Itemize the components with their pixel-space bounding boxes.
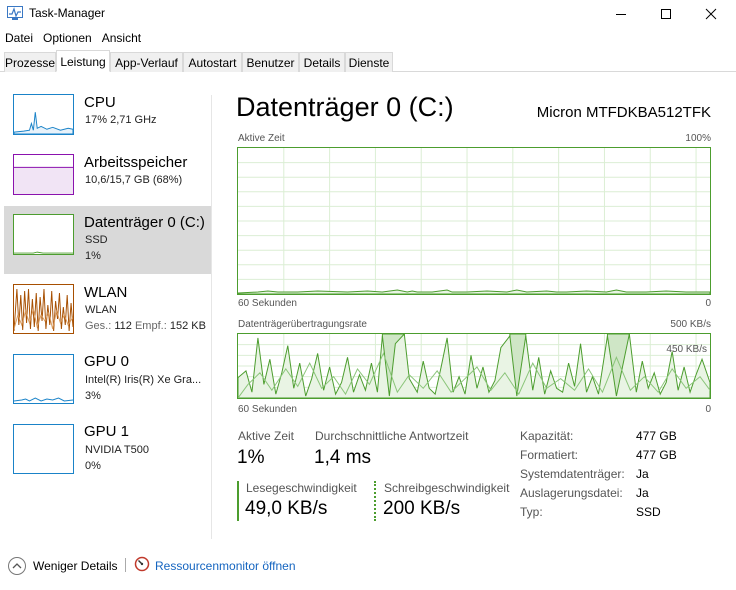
active-time-graph-max: 100% <box>685 133 711 144</box>
page-file-value: Ja <box>636 486 649 500</box>
active-time-value: 1% <box>237 447 265 468</box>
wlan-recv-value: 152 KB <box>169 320 206 332</box>
menu-ansicht[interactable]: Ansicht <box>97 28 146 48</box>
formatted-value: 477 GB <box>636 448 677 462</box>
memory-thumbnail-graph <box>13 154 74 195</box>
write-speed-label: Schreibgeschwindigkeit <box>384 481 510 495</box>
menu-datei[interactable]: Datei <box>0 28 38 48</box>
write-speed-accent <box>374 481 376 521</box>
title-bar[interactable]: Task-Manager <box>0 0 736 28</box>
fewer-details-button[interactable]: Weniger Details <box>33 559 117 573</box>
sidebar-item-gpu-0[interactable]: GPU 0 Intel(R) Iris(R) Xe Gra... 3% <box>4 352 211 410</box>
sidebar-item-detail: WLAN <box>85 304 117 316</box>
minimize-button[interactable] <box>598 0 644 28</box>
transfer-rate-graph-min: 0 <box>705 404 711 415</box>
sidebar-item-detail: SSD <box>85 234 108 246</box>
open-resource-monitor-link[interactable]: Ressourcenmonitor öffnen <box>155 559 296 573</box>
active-time-graph-time: 60 Sekunden <box>238 298 297 309</box>
wlan-sent-prefix: Ges.: <box>85 320 112 332</box>
sidebar-divider <box>211 95 212 539</box>
sidebar-item-gpu-1[interactable]: GPU 1 NVIDIA T500 0% <box>4 422 211 480</box>
read-speed-value: 49,0 KB/s <box>245 498 328 519</box>
wlan-recv-prefix: Empf.: <box>134 320 167 332</box>
write-speed-value: 200 KB/s <box>383 498 461 519</box>
window-title: Task-Manager <box>29 6 106 20</box>
chevron-up-icon <box>12 563 22 569</box>
sidebar-item-detail: NVIDIA T500 <box>85 444 149 456</box>
tab-benutzer[interactable]: Benutzer <box>242 52 299 72</box>
disk-thumbnail-graph <box>13 214 74 255</box>
sidebar-item-detail: 17% 2,71 GHz <box>85 114 157 126</box>
sidebar-item-usage: 0% <box>85 460 101 472</box>
active-time-label: Aktive Zeit <box>238 429 295 443</box>
disk-model: Micron MTFDKBA512TFK <box>536 104 711 121</box>
type-value: SSD <box>636 505 661 519</box>
tab-app-verlauf[interactable]: App-Verlauf <box>110 52 183 72</box>
sidebar-item-label: CPU <box>84 94 116 111</box>
formatted-label: Formatiert: <box>520 448 579 462</box>
task-manager-window: Task-Manager Datei Optionen Ansicht Proz… <box>0 0 736 590</box>
wlan-sent-value: 112 <box>114 320 132 332</box>
sidebar-item-disk-0[interactable]: Datenträger 0 (C:) SSD 1% <box>4 206 211 274</box>
sidebar-item-label: WLAN <box>84 284 128 301</box>
page-file-label: Auslagerungsdatei: <box>520 486 623 500</box>
tab-prozesse[interactable]: Prozesse <box>4 52 56 72</box>
wlan-sent-label: Ges.: 112 Empf.: 152 KB <box>85 320 206 332</box>
system-disk-value: Ja <box>636 467 649 481</box>
transfer-rate-graph <box>237 333 711 399</box>
minimize-icon <box>616 14 626 15</box>
gpu1-thumbnail-graph <box>13 424 74 474</box>
capacity-value: 477 GB <box>636 429 677 443</box>
sidebar-item-label: Arbeitsspeicher <box>84 154 188 171</box>
resource-monitor-icon[interactable] <box>134 556 150 572</box>
fewer-details-icon[interactable] <box>8 557 26 575</box>
sidebar-item-usage: 1% <box>85 250 101 262</box>
active-time-graph-label: Aktive Zeit <box>238 133 285 144</box>
sidebar-item-memory[interactable]: Arbeitsspeicher 10,6/15,7 GB (68%) <box>4 152 211 207</box>
system-disk-label: Systemdatenträger: <box>520 467 625 481</box>
tab-leistung[interactable]: Leistung <box>56 50 110 72</box>
tab-autostart[interactable]: Autostart <box>183 52 242 72</box>
read-speed-accent <box>237 481 239 521</box>
transfer-rate-graph-max: 500 KB/s <box>670 319 711 330</box>
tab-details[interactable]: Details <box>299 52 345 72</box>
active-time-graph <box>237 147 711 295</box>
wlan-thumbnail-graph <box>13 284 74 334</box>
response-time-label: Durchschnittliche Antwortzeit <box>315 429 469 443</box>
sidebar-item-usage: 3% <box>85 390 101 402</box>
transfer-rate-scale-marker: 450 KB/s <box>666 344 707 355</box>
sidebar-item-cpu[interactable]: CPU 17% 2,71 GHz <box>4 92 211 147</box>
maximize-button[interactable] <box>643 0 689 28</box>
sidebar-item-label: GPU 1 <box>84 423 130 440</box>
close-icon <box>705 8 717 20</box>
transfer-rate-graph-time: 60 Sekunden <box>238 404 297 415</box>
sidebar-item-detail: 10,6/15,7 GB (68%) <box>85 174 183 186</box>
menu-bar: Datei Optionen Ansicht <box>0 28 146 48</box>
maximize-icon <box>661 9 671 19</box>
type-label: Typ: <box>520 505 543 519</box>
active-time-graph-min: 0 <box>705 298 711 309</box>
cpu-thumbnail-graph <box>13 94 74 135</box>
footer-separator <box>125 558 126 572</box>
response-time-value: 1,4 ms <box>314 447 372 468</box>
sidebar-item-label: GPU 0 <box>84 353 130 370</box>
read-speed-label: Lesegeschwindigkeit <box>246 481 357 495</box>
gpu0-thumbnail-graph <box>13 354 74 404</box>
sidebar-item-wlan[interactable]: WLAN WLAN Ges.: 112 Empf.: 152 KB <box>4 282 211 340</box>
task-manager-icon <box>7 6 23 20</box>
close-button[interactable] <box>688 0 734 28</box>
transfer-rate-graph-label: Datenträgerübertragungsrate <box>238 319 367 330</box>
menu-optionen[interactable]: Optionen <box>38 28 97 48</box>
sidebar-item-detail: Intel(R) Iris(R) Xe Gra... <box>85 374 202 386</box>
sidebar-item-label: Datenträger 0 (C:) <box>84 214 205 231</box>
capacity-label: Kapazität: <box>520 429 574 443</box>
page-title: Datenträger 0 (C:) <box>236 92 454 122</box>
tab-dienste[interactable]: Dienste <box>345 52 393 72</box>
